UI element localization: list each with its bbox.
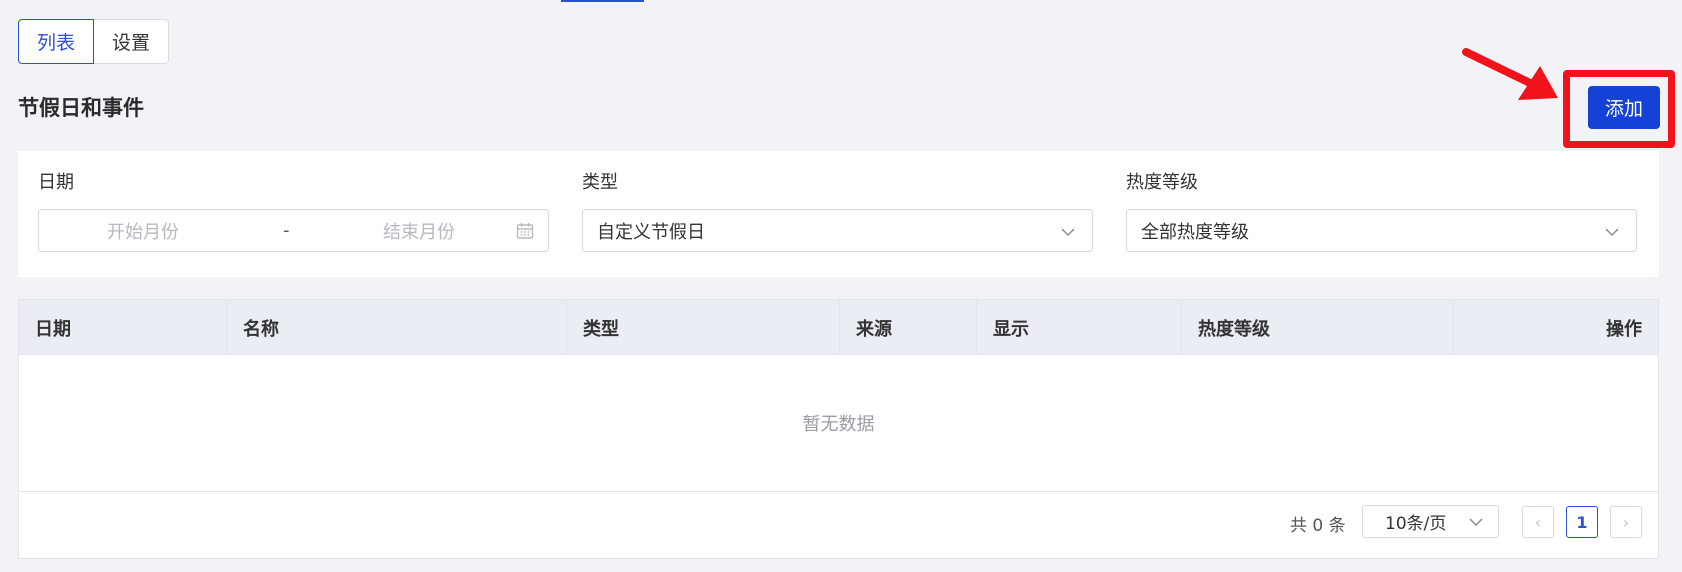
- heat-level-select-value: 全部热度等级: [1141, 221, 1249, 243]
- type-select[interactable]: 自定义节假日: [582, 209, 1093, 252]
- top-tab-indicator: [561, 0, 644, 2]
- page-title: 节假日和事件: [18, 96, 144, 120]
- column-header-type: 类型: [567, 300, 840, 355]
- chevron-down-icon: [1061, 228, 1075, 237]
- range-separator: -: [283, 220, 290, 241]
- page-size-value: 10条/页: [1385, 514, 1447, 534]
- calendar-icon: [516, 223, 534, 239]
- page-size-select[interactable]: 10条/页: [1362, 505, 1499, 538]
- column-header-display: 显示: [977, 300, 1182, 355]
- annotation-arrow-icon: [1462, 48, 1558, 100]
- pagination: 共 0 条 10条/页 ‹ 1 ›: [19, 505, 1658, 539]
- chevron-down-icon: [1605, 228, 1619, 237]
- total-count: 共 0 条: [1290, 516, 1346, 536]
- column-header-name: 名称: [227, 300, 567, 355]
- prev-page-button[interactable]: ‹: [1522, 506, 1554, 538]
- chevron-right-icon: ›: [1622, 512, 1630, 532]
- chevron-left-icon: ‹: [1534, 512, 1542, 532]
- column-header-actions: 操作: [1606, 318, 1642, 340]
- table-header: 日期 名称 类型 来源 显示 热度等级 操作: [19, 300, 1658, 355]
- page-1-button[interactable]: 1: [1566, 506, 1598, 538]
- type-select-value: 自定义节假日: [597, 221, 705, 243]
- events-table: 日期 名称 类型 来源 显示 热度等级 操作 暂无数据 共 0 条 10条/页 …: [18, 299, 1659, 559]
- heat-level-select[interactable]: 全部热度等级: [1126, 209, 1637, 252]
- filter-type-label: 类型: [582, 172, 618, 193]
- tab-list[interactable]: 列表: [18, 19, 95, 64]
- column-header-source: 来源: [840, 300, 977, 355]
- filter-panel: 日期 开始月份 - 结束月份 类型 自定义节假日 热度等级 全部热度等级: [18, 151, 1659, 277]
- add-button[interactable]: 添加: [1588, 86, 1660, 129]
- filter-heat-label: 热度等级: [1126, 172, 1198, 193]
- empty-text: 暂无数据: [802, 414, 875, 435]
- chevron-down-icon: [1469, 518, 1483, 527]
- next-page-button[interactable]: ›: [1610, 506, 1642, 538]
- table-empty-state: 暂无数据: [19, 355, 1658, 492]
- date-range-picker[interactable]: 开始月份 - 结束月份: [38, 209, 549, 252]
- column-header-heat-level: 热度等级: [1182, 300, 1454, 355]
- start-month-input[interactable]: 开始月份: [107, 218, 179, 244]
- tab-settings[interactable]: 设置: [94, 19, 170, 64]
- view-tabs: 列表 设置: [18, 19, 170, 64]
- filter-date-label: 日期: [38, 172, 74, 193]
- filter-type: 类型 自定义节假日: [582, 171, 1093, 252]
- filter-heat: 热度等级 全部热度等级: [1126, 171, 1637, 252]
- end-month-input[interactable]: 结束月份: [383, 218, 455, 244]
- filter-date: 日期 开始月份 - 结束月份: [38, 171, 549, 252]
- column-header-date: 日期: [19, 300, 227, 355]
